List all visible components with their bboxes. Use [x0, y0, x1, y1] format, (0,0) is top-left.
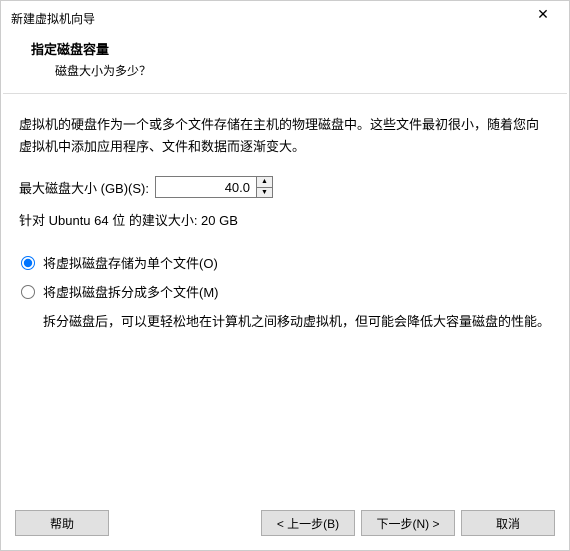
next-button[interactable]: 下一步(N) >	[361, 510, 455, 536]
cancel-button[interactable]: 取消	[461, 510, 555, 536]
window-title: 新建虚拟机向导	[11, 10, 95, 27]
disk-size-label: 最大磁盘大小 (GB)(S):	[19, 178, 149, 197]
spinner-buttons: ▲ ▼	[256, 177, 272, 197]
radio-single-input[interactable]	[21, 256, 35, 270]
chevron-down-icon: ▼	[261, 189, 268, 196]
spinner-down-button[interactable]: ▼	[257, 188, 272, 198]
close-icon: ✕	[537, 6, 549, 23]
close-button[interactable]: ✕	[523, 0, 563, 28]
wizard-footer: 帮助 < 上一步(B) 下一步(N) > 取消	[1, 500, 569, 550]
wizard-header: 指定磁盘容量 磁盘大小为多少？	[1, 33, 569, 89]
radio-split-files[interactable]: 将虚拟磁盘拆分成多个文件(M)	[21, 282, 551, 301]
radio-split-input[interactable]	[21, 285, 35, 299]
back-button[interactable]: < 上一步(B)	[261, 510, 355, 536]
spinner-up-button[interactable]: ▲	[257, 177, 272, 188]
description-text: 虚拟机的硬盘作为一个或多个文件存储在主机的物理磁盘中。这些文件最初很小，随着您向…	[19, 114, 551, 158]
recommended-size-text: 针对 Ubuntu 64 位 的建议大小: 20 GB	[19, 210, 551, 229]
help-button[interactable]: 帮助	[15, 510, 109, 536]
split-description: 拆分磁盘后，可以更轻松地在计算机之间移动虚拟机，但可能会降低大容量磁盘的性能。	[43, 311, 551, 333]
page-title: 指定磁盘容量	[31, 39, 559, 58]
page-subtitle: 磁盘大小为多少？	[55, 62, 559, 79]
footer-spacer	[115, 510, 255, 536]
titlebar: 新建虚拟机向导 ✕	[1, 1, 569, 33]
radio-single-label: 将虚拟磁盘存储为单个文件(O)	[43, 253, 218, 272]
disk-size-row: 最大磁盘大小 (GB)(S): ▲ ▼	[19, 176, 551, 198]
disk-size-input[interactable]	[156, 177, 256, 197]
radio-single-file[interactable]: 将虚拟磁盘存储为单个文件(O)	[21, 253, 551, 272]
radio-split-label: 将虚拟磁盘拆分成多个文件(M)	[43, 282, 219, 301]
content-area: 虚拟机的硬盘作为一个或多个文件存储在主机的物理磁盘中。这些文件最初很小，随着您向…	[1, 94, 569, 500]
chevron-up-icon: ▲	[261, 178, 268, 185]
disk-size-spinner[interactable]: ▲ ▼	[155, 176, 273, 198]
